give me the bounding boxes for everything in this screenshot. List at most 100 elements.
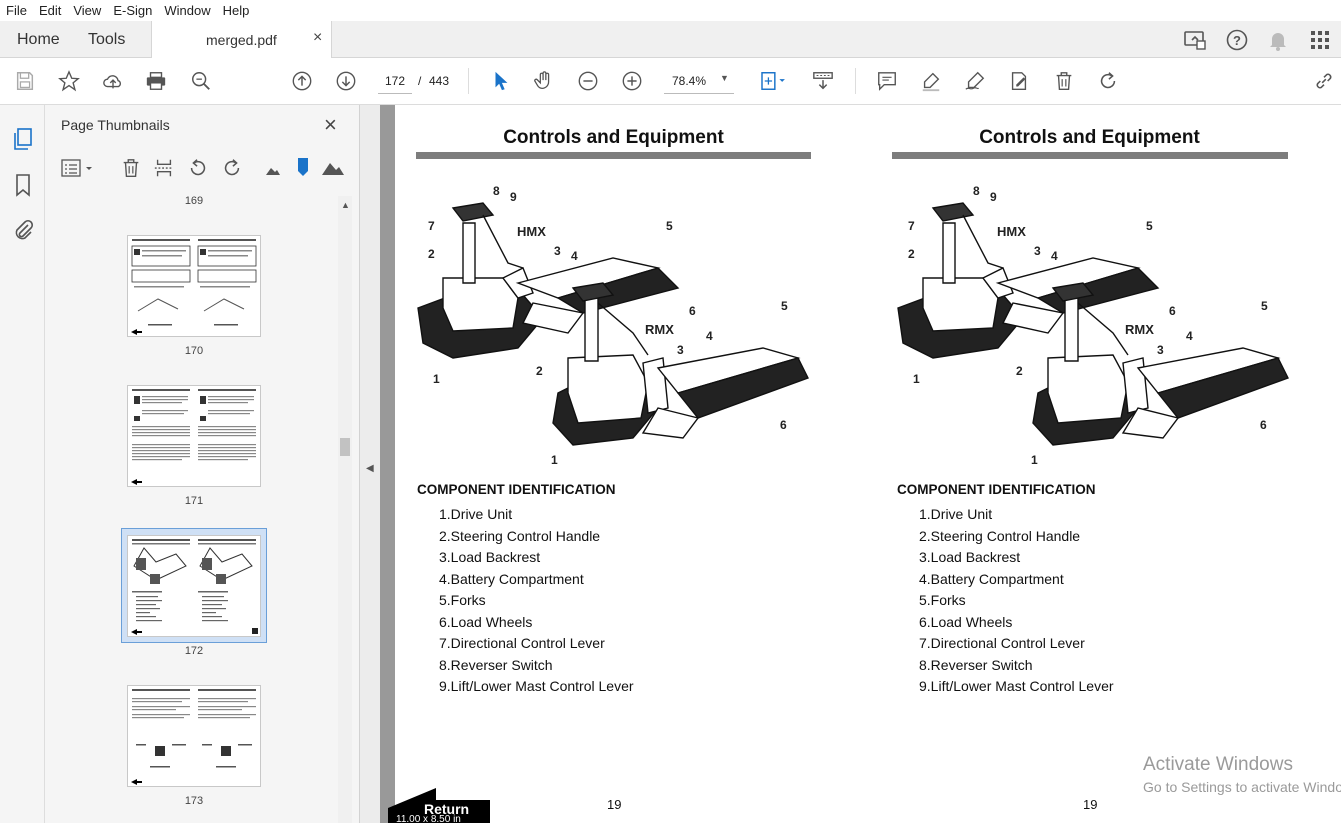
menu-edit[interactable]: Edit (33, 3, 67, 18)
page-thumbnails-panel: Page Thumbnails × 169 170 171 172 173 (45, 105, 360, 823)
notifications-bell-icon[interactable] (1266, 28, 1290, 57)
right-component-list: 1.Drive Unit 2.Steering Control Handle 3… (919, 504, 1114, 698)
callout: 3 (1157, 343, 1164, 357)
delete-page-icon[interactable] (120, 157, 142, 184)
scroll-up-icon[interactable]: ▲ (341, 200, 350, 210)
rotate-left-icon[interactable] (187, 157, 209, 184)
bookmarks-icon[interactable] (11, 173, 35, 202)
tab-home[interactable]: Home (17, 21, 60, 58)
list-item: 1.Drive Unit (439, 506, 513, 522)
list-item: 4.Battery Compartment (919, 570, 1064, 587)
zoom-out-icon[interactable] (574, 67, 602, 95)
list-item: 2.Steering Control Handle (439, 527, 601, 544)
panel-splitter[interactable]: ◀ (360, 105, 380, 823)
thumbnail-size-slider[interactable] (297, 157, 309, 182)
panel-close-button[interactable]: × (324, 112, 337, 138)
thumbnail-page-173[interactable] (127, 685, 261, 787)
thumbnail-page-171[interactable] (127, 385, 261, 487)
menu-window[interactable]: Window (158, 3, 216, 18)
callout: 3 (677, 343, 684, 357)
link-share-icon[interactable] (1310, 67, 1338, 95)
large-thumbnail-icon[interactable] (321, 157, 345, 182)
callout: 4 (1186, 329, 1193, 343)
previous-page-icon[interactable] (288, 67, 316, 95)
page-number-input[interactable]: 172 (378, 68, 412, 94)
thumbnail-page-170[interactable] (127, 235, 261, 337)
zoom-in-icon[interactable] (618, 67, 646, 95)
callout: 6 (780, 418, 787, 432)
list-item: 1.Drive Unit (919, 506, 993, 522)
hand-tool-icon[interactable] (530, 67, 558, 95)
apps-grid-icon[interactable] (1308, 28, 1332, 57)
right-pallet-truck-illustration (897, 202, 1289, 446)
list-item: 5.Forks (919, 592, 966, 608)
save-icon[interactable] (11, 67, 39, 95)
extract-page-icon[interactable] (153, 157, 175, 184)
label-hmx: HMX (997, 224, 1026, 239)
list-item: 6.Load Wheels (919, 613, 1013, 630)
callout: 2 (1016, 364, 1023, 378)
callout: 5 (1146, 219, 1153, 233)
callout: 9 (990, 190, 997, 204)
menu-bar: File Edit View E-Sign Window Help (0, 0, 1341, 21)
list-item: 2.Steering Control Handle (919, 527, 1081, 544)
thumbnail-label: 170 (184, 345, 204, 357)
callout: 7 (908, 219, 915, 233)
list-item: 8.Reverser Switch (439, 656, 553, 673)
comment-icon[interactable] (873, 67, 901, 95)
thumbnail-label-top: 169 (184, 195, 204, 207)
scrollbar-thumb[interactable] (340, 438, 350, 456)
print-icon[interactable] (142, 67, 170, 95)
attachments-paperclip-icon[interactable] (11, 218, 35, 247)
activate-windows-subtitle: Go to Settings to activate Windows. (1143, 779, 1341, 795)
left-section-heading: COMPONENT IDENTIFICATION (417, 482, 616, 497)
rotate-right-icon[interactable] (221, 157, 243, 184)
help-icon[interactable]: ? (1225, 28, 1249, 57)
zoom-level-select[interactable]: 78.4% ▼ (664, 68, 734, 94)
label-rmx: RMX (1125, 322, 1154, 337)
left-page-number: 19 (607, 797, 622, 812)
page-thumbnails-icon[interactable] (11, 127, 35, 156)
delete-trash-icon[interactable] (1050, 67, 1078, 95)
tab-tools[interactable]: Tools (88, 21, 125, 58)
scroll-mode-icon[interactable] (809, 67, 837, 95)
collapse-panel-icon[interactable]: ◀ (366, 463, 374, 474)
menu-file[interactable]: File (0, 3, 33, 18)
callout: 2 (536, 364, 543, 378)
list-item: 9.Lift/Lower Mast Control Lever (439, 678, 634, 694)
find-zoom-icon[interactable] (187, 67, 215, 95)
upload-cloud-icon[interactable] (99, 67, 127, 95)
label-hmx: HMX (517, 224, 546, 239)
thumbnail-page-172[interactable] (127, 535, 261, 637)
edit-document-icon[interactable] (1005, 67, 1033, 95)
thumbnail-options-icon[interactable] (61, 157, 97, 184)
list-item: 8.Reverser Switch (919, 656, 1033, 673)
draw-signature-icon[interactable] (961, 67, 989, 95)
tab-close-button[interactable]: × (313, 29, 322, 47)
menu-help[interactable]: Help (217, 3, 256, 18)
redo-rotate-icon[interactable] (1094, 67, 1122, 95)
tab-document[interactable]: merged.pdf × (151, 21, 332, 58)
callout: 7 (428, 219, 435, 233)
list-item: 7.Directional Control Lever (919, 635, 1085, 651)
left-component-list: 1.Drive Unit 2.Steering Control Handle 3… (439, 504, 634, 698)
menu-esign[interactable]: E-Sign (107, 3, 158, 18)
next-page-icon[interactable] (332, 67, 360, 95)
small-thumbnail-icon[interactable] (265, 161, 281, 182)
page-separator: / (418, 74, 422, 88)
highlight-pen-icon[interactable] (917, 67, 945, 95)
callout: 6 (689, 304, 696, 318)
callout: 8 (493, 184, 500, 198)
menu-view[interactable]: View (67, 3, 107, 18)
share-screen-icon[interactable] (1183, 28, 1207, 57)
select-cursor-icon[interactable] (487, 67, 515, 95)
bookmark-star-icon[interactable] (55, 67, 83, 95)
list-item: 3.Load Backrest (919, 549, 1021, 565)
callout: 3 (1034, 244, 1041, 258)
thumbnails-scrollbar[interactable]: ▲ (338, 196, 352, 823)
callout: 9 (510, 190, 517, 204)
thumbnail-label: 171 (184, 495, 204, 507)
fit-page-icon[interactable] (755, 67, 791, 95)
callout: 4 (706, 329, 713, 343)
toolbar-divider (855, 68, 856, 94)
